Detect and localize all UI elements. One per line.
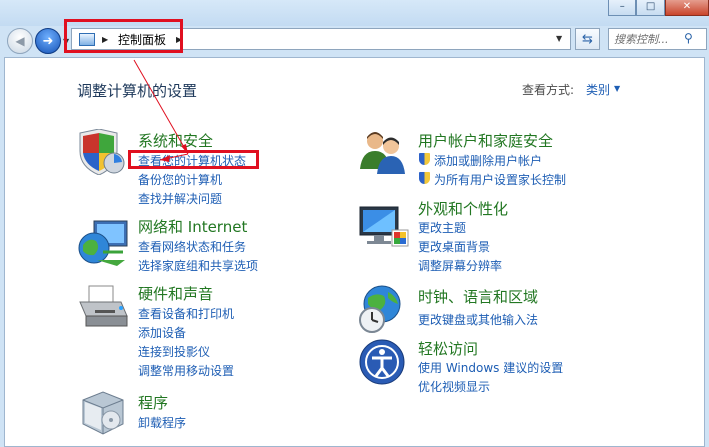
category-hardware-sound-title[interactable]: 硬件和声音	[138, 283, 213, 304]
ease-of-access-icon	[359, 339, 405, 385]
minimize-button[interactable]: –	[608, 0, 637, 16]
address-highlight-box	[64, 19, 183, 53]
network-globe-icon	[78, 220, 128, 266]
chevron-down-icon[interactable]: ▼	[614, 84, 620, 93]
forward-button[interactable]: ➜	[35, 28, 61, 54]
link-backup-computer[interactable]: 备份您的计算机	[138, 171, 222, 188]
link-keyboard-input[interactable]: 更改键盘或其他输入法	[418, 311, 538, 328]
link-desktop-background[interactable]: 更改桌面背景	[418, 238, 490, 255]
category-clock-language-title[interactable]: 时钟、语言和区域	[418, 286, 538, 307]
users-icon	[360, 132, 405, 174]
maximize-button[interactable]: □	[636, 0, 665, 16]
category-programs-title[interactable]: 程序	[138, 392, 168, 413]
link-mobility-settings[interactable]: 调整常用移动设置	[138, 362, 234, 379]
link-add-remove-accounts[interactable]: 添加或删除用户帐户	[434, 152, 542, 169]
search-icon[interactable]: ⚲	[684, 31, 693, 45]
refresh-icon: ⇆	[582, 31, 593, 47]
link-uninstall-program[interactable]: 卸载程序	[138, 414, 186, 431]
link-troubleshoot[interactable]: 查找并解决问题	[138, 190, 222, 207]
address-dropdown-icon[interactable]: ▼	[556, 34, 562, 43]
category-ease-of-access-title[interactable]: 轻松访问	[418, 338, 478, 359]
monitor-paint-icon	[359, 206, 409, 247]
uac-shield-icon	[419, 153, 430, 165]
window-controls: – □ ✕	[608, 0, 709, 16]
shield-chart-icon	[79, 129, 125, 175]
category-network-title[interactable]: 网络和 Internet	[138, 216, 247, 237]
link-add-device[interactable]: 添加设备	[138, 324, 186, 341]
link-optimize-display[interactable]: 优化视频显示	[418, 378, 490, 395]
link-change-theme[interactable]: 更改主题	[418, 219, 466, 236]
view-by-label: 查看方式:	[522, 83, 575, 97]
link-homegroup-sharing[interactable]: 选择家庭组和共享选项	[138, 257, 258, 274]
link-recommended-settings[interactable]: 使用 Windows 建议的设置	[418, 359, 563, 376]
refresh-button[interactable]: ⇆	[575, 28, 600, 50]
link-connect-projector[interactable]: 连接到投影仪	[138, 343, 210, 360]
link-devices-printers[interactable]: 查看设备和打印机	[138, 305, 234, 322]
search-placeholder: 搜索控制...	[614, 33, 669, 46]
printer-icon	[79, 285, 128, 327]
category-user-accounts-title[interactable]: 用户帐户和家庭安全	[418, 130, 553, 151]
link-screen-resolution[interactable]: 调整屏幕分辨率	[418, 257, 502, 274]
uac-shield-icon	[419, 172, 430, 184]
back-button[interactable]: ◀	[7, 28, 33, 54]
globe-clock-icon	[359, 285, 401, 333]
page-title: 调整计算机的设置	[77, 82, 198, 100]
category-appearance-title[interactable]: 外观和个性化	[418, 198, 508, 219]
link-highlight-box	[128, 150, 259, 169]
view-by-dropdown[interactable]: 类别	[586, 81, 610, 98]
link-parental-controls[interactable]: 为所有用户设置家长控制	[434, 171, 566, 188]
close-button[interactable]: ✕	[664, 0, 709, 16]
program-box-icon	[82, 391, 124, 435]
category-system-security-title[interactable]: 系统和安全	[138, 130, 213, 151]
link-network-status[interactable]: 查看网络状态和任务	[138, 238, 246, 255]
